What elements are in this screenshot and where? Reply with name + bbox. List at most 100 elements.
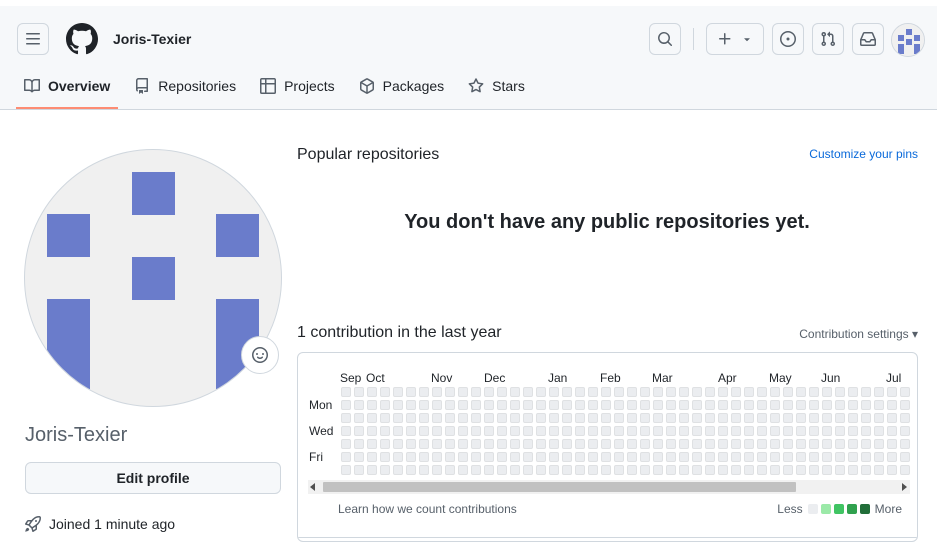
contribution-day[interactable] (640, 452, 650, 462)
contribution-day[interactable] (770, 400, 780, 410)
contribution-day[interactable] (718, 400, 728, 410)
contribution-day[interactable] (705, 439, 715, 449)
contribution-day[interactable] (848, 439, 858, 449)
contribution-day[interactable] (380, 413, 390, 423)
contribution-settings-dropdown[interactable]: Contribution settings ▾ (799, 327, 918, 341)
contribution-day[interactable] (393, 413, 403, 423)
contribution-day[interactable] (744, 426, 754, 436)
contribution-day[interactable] (484, 465, 494, 475)
contribution-day[interactable] (354, 452, 364, 462)
contribution-day[interactable] (835, 400, 845, 410)
contribution-day[interactable] (575, 400, 585, 410)
contribution-day[interactable] (406, 387, 416, 397)
contribution-day[interactable] (419, 465, 429, 475)
contribution-day[interactable] (640, 439, 650, 449)
contribution-day[interactable] (549, 439, 559, 449)
contribution-day[interactable] (367, 387, 377, 397)
tab-stars[interactable]: Stars (460, 68, 533, 104)
contribution-day[interactable] (653, 400, 663, 410)
contribution-day[interactable] (445, 465, 455, 475)
contribution-day[interactable] (757, 387, 767, 397)
contribution-day[interactable] (575, 426, 585, 436)
contribution-day[interactable] (510, 413, 520, 423)
contribution-day[interactable] (744, 465, 754, 475)
contribution-day[interactable] (679, 465, 689, 475)
contribution-day[interactable] (874, 400, 884, 410)
contribution-day[interactable] (549, 426, 559, 436)
contribution-day[interactable] (692, 387, 702, 397)
contribution-day[interactable] (666, 452, 676, 462)
contribution-day[interactable] (562, 465, 572, 475)
user-avatar-small[interactable] (891, 23, 925, 57)
contribution-day[interactable] (523, 387, 533, 397)
contribution-day[interactable] (406, 413, 416, 423)
contribution-day[interactable] (575, 439, 585, 449)
contribution-day[interactable] (666, 413, 676, 423)
contribution-day[interactable] (445, 413, 455, 423)
contribution-day[interactable] (809, 439, 819, 449)
contribution-day[interactable] (458, 426, 468, 436)
contribution-day[interactable] (562, 413, 572, 423)
contribution-day[interactable] (900, 426, 910, 436)
contribution-day[interactable] (497, 465, 507, 475)
contribution-day[interactable] (848, 426, 858, 436)
contribution-day[interactable] (549, 465, 559, 475)
contribution-day[interactable] (510, 426, 520, 436)
contribution-day[interactable] (900, 439, 910, 449)
contribution-day[interactable] (718, 426, 728, 436)
contribution-day[interactable] (861, 413, 871, 423)
contribution-day[interactable] (653, 439, 663, 449)
contribution-day[interactable] (484, 400, 494, 410)
contribution-day[interactable] (848, 452, 858, 462)
contribution-day[interactable] (562, 400, 572, 410)
contribution-day[interactable] (640, 426, 650, 436)
contribution-day[interactable] (601, 439, 611, 449)
contribution-day[interactable] (640, 413, 650, 423)
github-logo-icon[interactable] (66, 23, 98, 55)
contribution-day[interactable] (549, 387, 559, 397)
contribution-day[interactable] (601, 452, 611, 462)
contribution-day[interactable] (887, 400, 897, 410)
contribution-day[interactable] (471, 465, 481, 475)
contribution-day[interactable] (497, 452, 507, 462)
contribution-day[interactable] (471, 400, 481, 410)
scroll-left-arrow-icon[interactable] (310, 483, 315, 491)
contribution-day[interactable] (549, 400, 559, 410)
contribution-day[interactable] (835, 413, 845, 423)
contribution-day[interactable] (432, 400, 442, 410)
contribution-day[interactable] (666, 439, 676, 449)
contribution-day[interactable] (458, 465, 468, 475)
contribution-day[interactable] (562, 426, 572, 436)
customize-pins-link[interactable]: Customize your pins (809, 147, 918, 161)
contribution-day[interactable] (458, 413, 468, 423)
contribution-day[interactable] (679, 413, 689, 423)
contribution-day[interactable] (887, 387, 897, 397)
contribution-day[interactable] (770, 426, 780, 436)
contribution-day[interactable] (393, 400, 403, 410)
contribution-day[interactable] (783, 439, 793, 449)
contribution-day[interactable] (835, 387, 845, 397)
contribution-day[interactable] (588, 413, 598, 423)
contribution-day[interactable] (484, 387, 494, 397)
contribution-day[interactable] (874, 426, 884, 436)
contribution-day[interactable] (406, 439, 416, 449)
contribution-day[interactable] (471, 387, 481, 397)
contribution-day[interactable] (523, 413, 533, 423)
issues-button[interactable] (772, 23, 804, 55)
contribution-day[interactable] (757, 465, 767, 475)
contribution-day[interactable] (744, 439, 754, 449)
contribution-day[interactable] (887, 452, 897, 462)
contribution-day[interactable] (562, 452, 572, 462)
contribution-day[interactable] (731, 387, 741, 397)
contribution-day[interactable] (692, 413, 702, 423)
contribution-day[interactable] (796, 452, 806, 462)
contribution-day[interactable] (536, 387, 546, 397)
contribution-day[interactable] (445, 439, 455, 449)
contribution-day[interactable] (692, 465, 702, 475)
contribution-day[interactable] (549, 452, 559, 462)
contribution-day[interactable] (614, 413, 624, 423)
contribution-day[interactable] (523, 465, 533, 475)
learn-contributions-link[interactable]: Learn how we count contributions (338, 502, 517, 516)
contribution-day[interactable] (692, 439, 702, 449)
contribution-day[interactable] (445, 387, 455, 397)
